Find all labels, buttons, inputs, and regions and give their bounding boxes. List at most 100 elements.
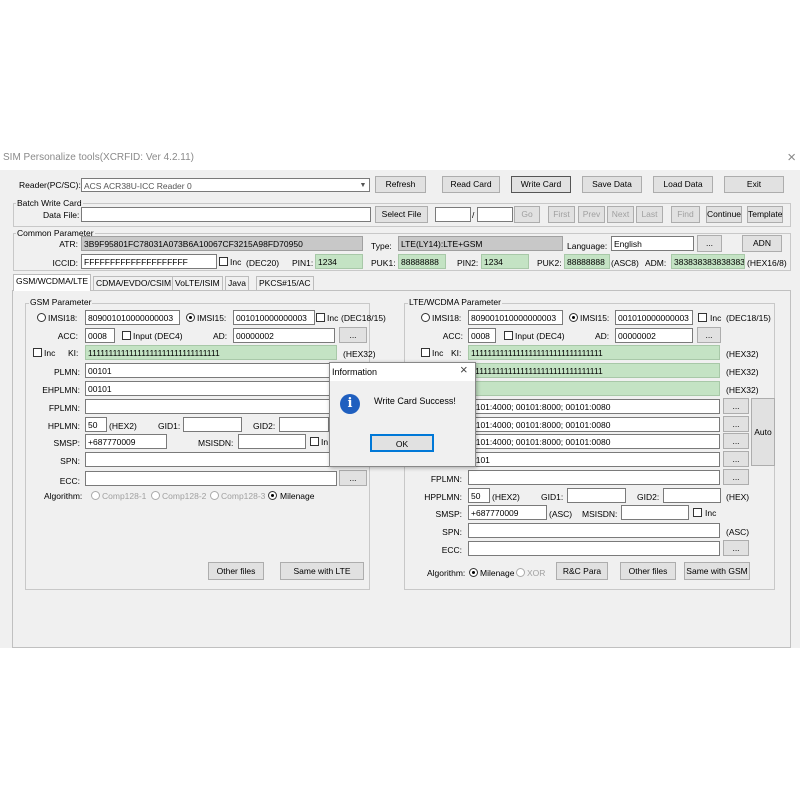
batch-to-input[interactable] <box>477 207 513 222</box>
adm-field[interactable]: 3838383838383838 <box>671 254 745 269</box>
save-data-button[interactable]: Save Data <box>582 176 642 193</box>
lte-key-field[interactable] <box>468 381 720 396</box>
lte-milenage-radio[interactable] <box>469 568 478 577</box>
gsm-plmn-field[interactable]: 00101 <box>85 363 337 378</box>
lte-ad-field[interactable]: 00000002 <box>615 328 693 343</box>
next-button[interactable]: Next <box>607 206 634 223</box>
lte-imsi18-radio[interactable] <box>421 313 430 322</box>
continue-button[interactable]: Continue <box>706 206 742 223</box>
data-file-input[interactable] <box>81 207 371 222</box>
same-with-lte-button[interactable]: Same with LTE <box>280 562 364 580</box>
gsm-msisdn-field[interactable] <box>238 434 306 449</box>
lte-ehplmn-more-button[interactable]: ... <box>723 451 749 467</box>
last-button[interactable]: Last <box>636 206 663 223</box>
gsm-spn-field[interactable] <box>85 452 330 467</box>
tab-gsm-wcdma-lte[interactable]: GSM/WCDMA/LTE <box>13 274 92 291</box>
select-file-button[interactable]: Select File <box>375 206 428 223</box>
lte-hpplmn-field[interactable]: 50 <box>468 488 490 503</box>
write-card-button[interactable]: Write Card <box>511 176 571 193</box>
gsm-ehplmn-field[interactable]: 00101 <box>85 381 337 396</box>
rc-para-button[interactable]: R&C Para <box>556 562 608 580</box>
puk1-field[interactable]: 88888888 <box>398 254 446 269</box>
lte-gid1-field[interactable] <box>567 488 626 503</box>
lte-ecc-more-button[interactable]: ... <box>723 540 749 556</box>
gsm-milenage-radio[interactable] <box>268 491 277 500</box>
pin2-field[interactable]: 1234 <box>481 254 529 269</box>
iccid-inc-checkbox[interactable] <box>219 257 228 266</box>
lte-other-files-button[interactable]: Other files <box>620 562 676 580</box>
lte-gid2-field[interactable] <box>663 488 721 503</box>
lte-ehplmn-field[interactable]: 0101 <box>468 452 720 467</box>
lte-fplmn-field[interactable] <box>468 470 720 485</box>
ok-button[interactable]: OK <box>370 434 434 452</box>
tab-pkcs15-ac[interactable]: PKCS#15/AC <box>256 276 314 290</box>
gsm-ecc-more-button[interactable]: ... <box>339 470 367 486</box>
gsm-ecc-field[interactable] <box>85 471 337 486</box>
exit-button[interactable]: Exit <box>724 176 784 193</box>
gsm-imsi15-radio[interactable] <box>186 313 195 322</box>
gsm-imsi18-radio[interactable] <box>37 313 46 322</box>
gsm-msisdn-inc-checkbox[interactable] <box>310 437 319 446</box>
gsm-imsi18-field[interactable]: 809001010000000003 <box>85 310 180 325</box>
first-button[interactable]: First <box>548 206 575 223</box>
lte-imsi15-field[interactable]: 001010000000003 <box>615 310 693 325</box>
lte-smsp-field[interactable]: +687770009 <box>468 505 547 520</box>
gsm-comp128-1-radio[interactable] <box>91 491 100 500</box>
lte-plmn-more-button[interactable]: ... <box>723 398 749 414</box>
pin1-field[interactable]: 1234 <box>315 254 363 269</box>
gsm-fplmn-field[interactable] <box>85 399 337 414</box>
reader-select[interactable]: ACS ACR38U-ICC Reader 0 ▼ <box>81 178 370 192</box>
gsm-ki-inc-checkbox[interactable] <box>33 348 42 357</box>
dialog-close-icon[interactable]: × <box>460 363 468 376</box>
lte-opc-field[interactable]: 11111111111111111111111111111111 <box>468 363 720 378</box>
adn-button[interactable]: ADN <box>742 235 782 252</box>
lte-auto-button[interactable]: Auto <box>751 398 775 466</box>
gsm-imsi15-field[interactable]: 001010000000003 <box>233 310 315 325</box>
lte-ki-inc-checkbox[interactable] <box>421 348 430 357</box>
lte-xor-radio[interactable] <box>516 568 525 577</box>
lte-acc-field[interactable]: 0008 <box>468 328 496 343</box>
gsm-ad-field[interactable]: 00000002 <box>233 328 335 343</box>
lte-msisdn-inc-checkbox[interactable] <box>693 508 702 517</box>
lte-imsi18-field[interactable]: 809001010000000003 <box>468 310 563 325</box>
window-close-icon[interactable]: × <box>787 148 796 168</box>
lte-spn-field[interactable] <box>468 523 720 538</box>
lte-oplmn-more-button[interactable]: ... <box>723 416 749 432</box>
gsm-comp128-3-radio[interactable] <box>210 491 219 500</box>
batch-from-input[interactable] <box>435 207 471 222</box>
lte-imsi-inc-checkbox[interactable] <box>698 313 707 322</box>
gsm-gid2-field[interactable] <box>279 417 329 432</box>
gsm-ki-field[interactable]: 11111111111111111111111111111111 <box>85 345 337 360</box>
template-button[interactable]: Template <box>747 206 783 223</box>
chevron-down-icon[interactable]: ▼ <box>358 180 368 191</box>
gsm-acc-field[interactable]: 0008 <box>85 328 115 343</box>
lte-hplmn-field[interactable]: 0101:4000; 00101:8000; 00101:0080 <box>468 434 720 449</box>
gsm-comp128-2-radio[interactable] <box>151 491 160 500</box>
lte-ecc-field[interactable] <box>468 541 720 556</box>
gsm-gid1-field[interactable] <box>183 417 242 432</box>
gsm-smsp-field[interactable]: +687770009 <box>85 434 167 449</box>
lte-imsi15-radio[interactable] <box>569 313 578 322</box>
find-button[interactable]: Find <box>671 206 700 223</box>
tab-cdma-evdo-csim[interactable]: CDMA/EVDO/CSIM <box>93 276 175 290</box>
go-button[interactable]: Go <box>514 206 540 223</box>
lte-hplmn-more-button[interactable]: ... <box>723 433 749 449</box>
load-data-button[interactable]: Load Data <box>653 176 713 193</box>
gsm-hplmn-field[interactable]: 50 <box>85 417 107 432</box>
iccid-field[interactable]: FFFFFFFFFFFFFFFFFFFF <box>81 254 217 269</box>
lte-oplmn-field[interactable]: 0101:4000; 00101:8000; 00101:0080 <box>468 417 720 432</box>
tab-java[interactable]: Java <box>225 276 249 290</box>
language-field[interactable]: English <box>611 236 694 251</box>
lte-ki-field[interactable]: 11111111111111111111111111111111 <box>468 345 720 360</box>
lte-msisdn-field[interactable] <box>621 505 689 520</box>
lte-ad-more-button[interactable]: ... <box>697 327 721 343</box>
lte-input-dec4-checkbox[interactable] <box>504 331 513 340</box>
gsm-ad-more-button[interactable]: ... <box>339 327 367 343</box>
same-with-gsm-button[interactable]: Same with GSM <box>684 562 750 580</box>
prev-button[interactable]: Prev <box>578 206 605 223</box>
puk2-field[interactable]: 88888888 <box>564 254 610 269</box>
refresh-button[interactable]: Refresh <box>375 176 426 193</box>
gsm-input-dec4-checkbox[interactable] <box>122 331 131 340</box>
language-more-button[interactable]: ... <box>697 235 722 252</box>
gsm-other-files-button[interactable]: Other files <box>208 562 264 580</box>
